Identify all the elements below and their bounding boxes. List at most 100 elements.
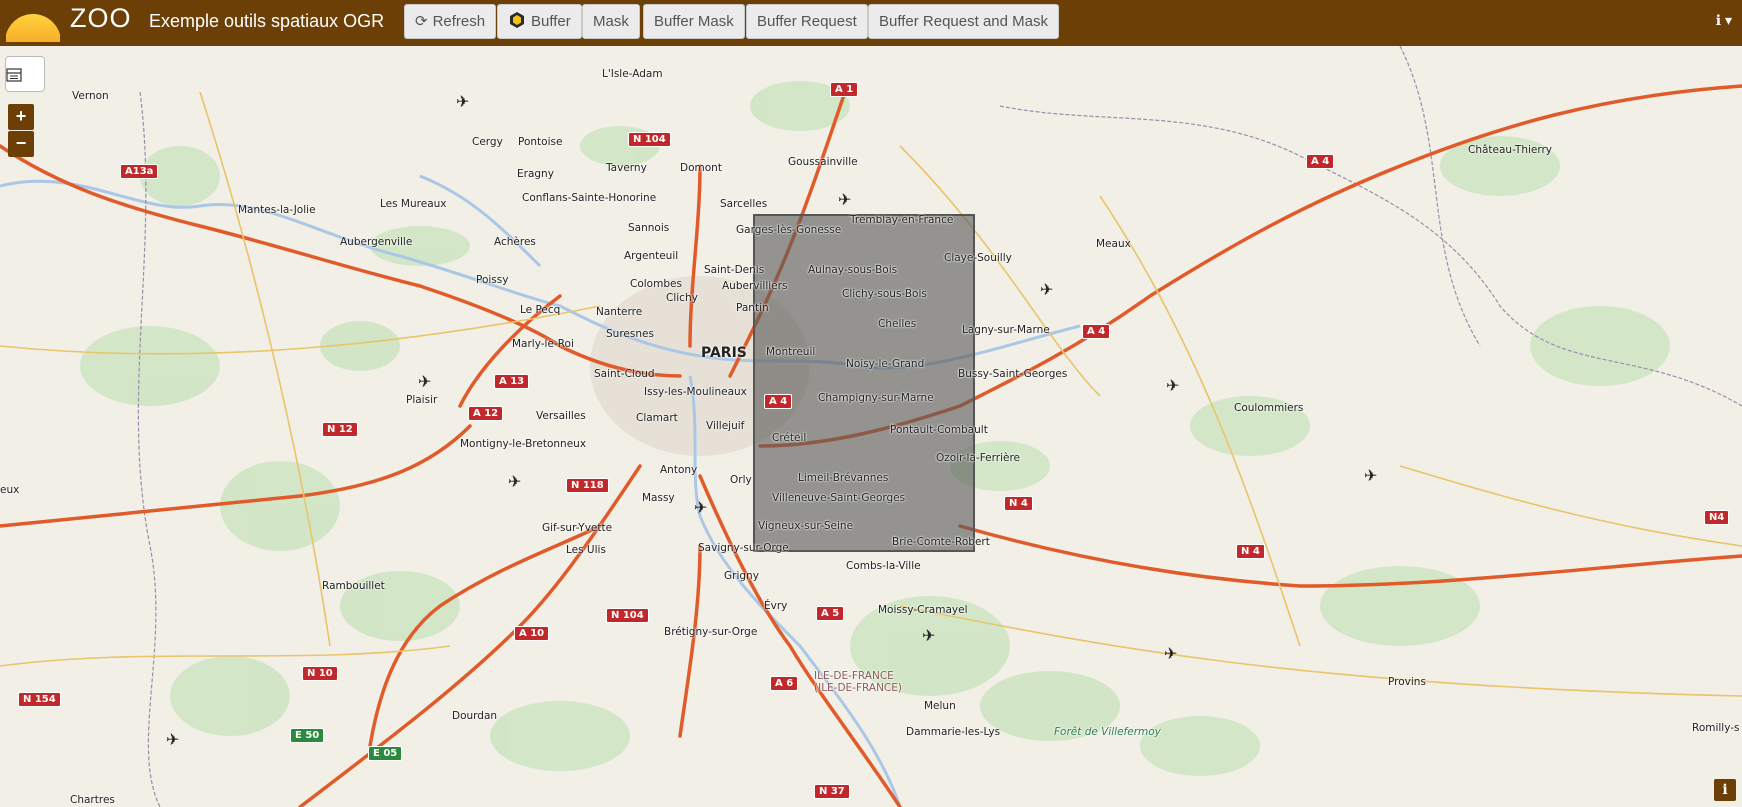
map-label: Dammarie-les-Lys (906, 726, 1001, 738)
map-label: Moissy-Cramayel (878, 604, 968, 616)
layer-switcher-button[interactable] (5, 56, 45, 92)
map-label: Noisy-le-Grand (846, 358, 925, 370)
map-label: Les Ulis (566, 544, 606, 556)
map-label-paris: PARIS (701, 345, 747, 361)
zoom-in-button[interactable]: + (8, 104, 34, 130)
map-label: Gif-sur-Yvette (542, 522, 613, 534)
buffer-label: Buffer (531, 13, 571, 30)
map-label: Provins (1388, 676, 1426, 688)
map-label: Achères (494, 236, 536, 248)
road-shield: N 10 (302, 666, 338, 681)
map-label: Coulommiers (1234, 402, 1304, 414)
refresh-button[interactable]: ⟳ Refresh (404, 4, 497, 39)
map-label: Meaux (1096, 238, 1131, 250)
road-shield: N 104 (628, 132, 671, 147)
map-label: Conflans-Sainte-Honorine (522, 192, 657, 204)
attribution-info-button[interactable]: i (1714, 779, 1736, 801)
map-label: Marly-le-Roi (512, 338, 574, 350)
map-label: Colombes (630, 278, 682, 290)
brand-name[interactable]: ZOO (70, 3, 132, 34)
map-label: Chelles (878, 318, 917, 330)
map-label: Nanterre (596, 306, 643, 318)
airport-icon: ✈ (1164, 646, 1178, 663)
map-label: Clichy-sous-Bois (842, 288, 927, 300)
road-shield: A 1 (830, 82, 859, 97)
road-shield: A 6 (770, 676, 799, 691)
map-label: Pontoise (518, 136, 563, 148)
road-shield: N 4 (1236, 544, 1265, 559)
airport-icon: ✈ (922, 628, 936, 645)
map-label: Clichy (666, 292, 698, 304)
map-label: Claye-Souilly (944, 252, 1012, 264)
map-label: Orly (730, 474, 752, 486)
road-shield: A 4 (1306, 154, 1335, 169)
page-title: Exemple outils spatiaux OGR (149, 11, 385, 31)
airport-icon: ✈ (838, 192, 852, 209)
airport-icon: ✈ (166, 732, 180, 749)
map-label: Tremblay-en-France (850, 214, 954, 226)
buffer-button[interactable]: Buffer (497, 4, 582, 39)
buffer-mask-button[interactable]: Buffer Mask (643, 4, 745, 39)
map-label: Aubergenville (340, 236, 413, 248)
map-label: Ozoir-la-Ferrière (936, 452, 1020, 464)
map-label-region: (ILE-DE-FRANCE) (814, 682, 902, 694)
map-label: Villeneuve-Saint-Georges (772, 492, 906, 504)
mask-button[interactable]: Mask (582, 4, 640, 39)
map-label: Chartres (70, 794, 115, 806)
map-label: Antony (660, 464, 698, 476)
map-label: Château-Thierry (1468, 144, 1553, 156)
map-label-region: ILE-DE-FRANCE (814, 670, 894, 682)
map-label: Les Mureaux (380, 198, 447, 210)
map-label: Bussy-Saint-Georges (958, 368, 1068, 380)
road-shield: N 104 (606, 608, 649, 623)
top-navbar: ZOO Exemple outils spatiaux OGR ⟳ Refresh… (0, 0, 1742, 46)
map-label: Saint-Cloud (594, 368, 655, 380)
layers-icon (6, 68, 22, 82)
info-dropdown[interactable]: ℹ ▾ (1716, 12, 1732, 29)
map-label: Romilly-s (1692, 722, 1740, 734)
map-label: Argenteuil (624, 250, 679, 262)
map-label: Limeil-Brévannes (798, 472, 889, 484)
road-shield: N4 (1704, 510, 1730, 525)
map-label: Dourdan (452, 710, 498, 722)
map-label-forest: Forêt de Villefermoy (1054, 726, 1161, 738)
map-label: Pantin (736, 302, 769, 314)
map-label: Créteil (772, 432, 807, 444)
road-shield: A 13 (494, 374, 530, 389)
map-label: Pontault-Combault (890, 424, 988, 436)
map-label: Plaisir (406, 394, 438, 406)
map-label: Champigny-sur-Marne (818, 392, 934, 404)
map-label: Vigneux-sur-Seine (758, 520, 854, 532)
road-shield: N 4 (1004, 496, 1033, 511)
map-label: Brie-Comte-Robert (892, 536, 990, 548)
map-label: Cergy (472, 136, 503, 148)
map-label: Taverny (606, 162, 647, 174)
info-icon: ℹ (1715, 12, 1722, 28)
buffer-request-button[interactable]: Buffer Request (746, 4, 868, 39)
map-label: Melun (924, 700, 956, 712)
road-shield: A 5 (816, 606, 845, 621)
map-label: Goussainville (788, 156, 858, 168)
map-label: Le Pecq (520, 304, 561, 316)
map-label: Clamart (636, 412, 678, 424)
map-label: Issy-les-Moulineaux (644, 386, 747, 398)
road-shield: N 12 (322, 422, 358, 437)
road-shield: N 154 (18, 692, 61, 707)
map-label: Montigny-le-Bretonneux (460, 438, 587, 450)
buffer-request-and-mask-button[interactable]: Buffer Request and Mask (868, 4, 1059, 39)
map-canvas[interactable]: Vernon L'Isle-Adam Cergy Pontoise Eragny… (0, 46, 1742, 807)
map-label: Rambouillet (322, 580, 385, 592)
zoo-sun-logo-icon (6, 4, 60, 42)
map-label: Brétigny-sur-Orge (664, 626, 758, 638)
zoom-out-button[interactable]: − (8, 131, 34, 157)
airport-icon: ✈ (508, 474, 522, 491)
map-label: Saint-Denis (704, 264, 765, 276)
airport-icon: ✈ (1166, 378, 1180, 395)
map-label: Sannois (628, 222, 670, 234)
road-shield: A 4 (764, 394, 793, 409)
map-label: Combs-la-Ville (846, 560, 921, 572)
map-label: Grigny (724, 570, 759, 582)
map-label: Vernon (72, 90, 109, 102)
road-shield: E 50 (290, 728, 325, 743)
map-label: Garges-lès-Gonesse (736, 224, 842, 236)
